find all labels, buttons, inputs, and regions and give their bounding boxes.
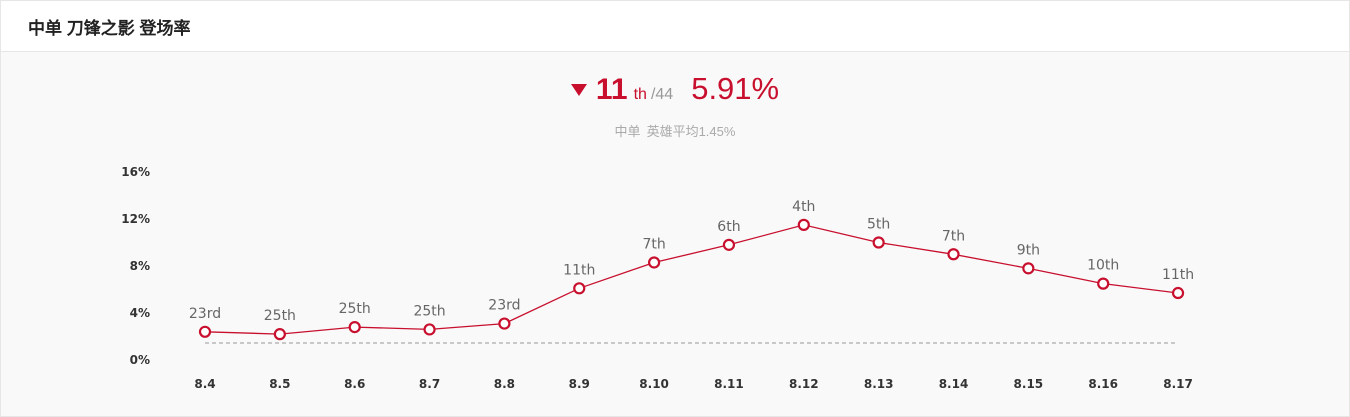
data-label: 25th [339, 301, 371, 317]
x-axis-tick-label: 8.5 [269, 377, 290, 391]
x-axis-tick-label: 8.4 [194, 377, 215, 391]
data-label: 7th [642, 236, 665, 252]
y-axis-tick-label: 16% [121, 165, 150, 179]
data-label: 4th [792, 199, 815, 215]
y-axis-tick-label: 12% [121, 212, 150, 226]
data-label: 11th [563, 262, 595, 278]
data-point [872, 236, 885, 249]
x-axis-tick-label: 8.16 [1088, 377, 1118, 391]
data-point [498, 317, 511, 330]
data-point [423, 323, 436, 336]
y-axis-tick-label: 0% [130, 353, 150, 367]
x-axis-tick-label: 8.17 [1163, 377, 1193, 391]
x-axis-tick-label: 8.13 [864, 377, 894, 391]
data-label: 10th [1087, 258, 1119, 274]
x-axis-tick-label: 8.15 [1014, 377, 1044, 391]
data-label: 7th [942, 228, 965, 244]
x-axis-tick-label: 8.7 [419, 377, 440, 391]
data-point [722, 238, 736, 251]
usage-rate-line-chart: 0% 4% 8% 12% 16% 8.4 8.5 8.6 8.7 8.8 8.9 8.10 8.11 8.… [121, 165, 1194, 391]
data-point [647, 256, 661, 269]
data-label: 6th [717, 219, 740, 235]
y-axis-tick-label: 4% [130, 306, 150, 320]
x-axis-tick-label: 8.11 [714, 377, 744, 391]
data-point [947, 248, 960, 261]
data-point [273, 328, 286, 341]
x-axis-tick-label: 8.12 [789, 377, 819, 391]
data-point [1097, 277, 1110, 290]
data-point [1022, 262, 1035, 275]
data-label: 11th [1162, 267, 1194, 283]
usage-rate-panel: 中单 刀锋之影 登场率 11 th /44 5.91% 中单 英雄平均1.45% … [0, 0, 1350, 417]
data-label: 9th [1017, 242, 1040, 258]
data-label: 25th [413, 303, 445, 319]
data-point [198, 325, 212, 338]
y-axis-tick-label: 8% [130, 259, 150, 273]
x-axis-tick-label: 8.8 [494, 377, 515, 391]
data-label: 25th [264, 308, 296, 324]
data-point [797, 218, 810, 231]
data-label: 5th [867, 217, 890, 233]
x-axis-tick-label: 8.9 [569, 377, 590, 391]
x-axis-tick-label: 8.14 [939, 377, 969, 391]
data-label: 23rd [488, 298, 520, 314]
data-point [573, 282, 586, 295]
data-point [348, 321, 361, 334]
x-axis-tick-label: 8.6 [344, 377, 365, 391]
x-axis-tick-label: 8.10 [639, 377, 669, 391]
data-point [1171, 286, 1185, 300]
data-label: 23rd [189, 306, 221, 322]
series-line [204, 224, 1179, 335]
